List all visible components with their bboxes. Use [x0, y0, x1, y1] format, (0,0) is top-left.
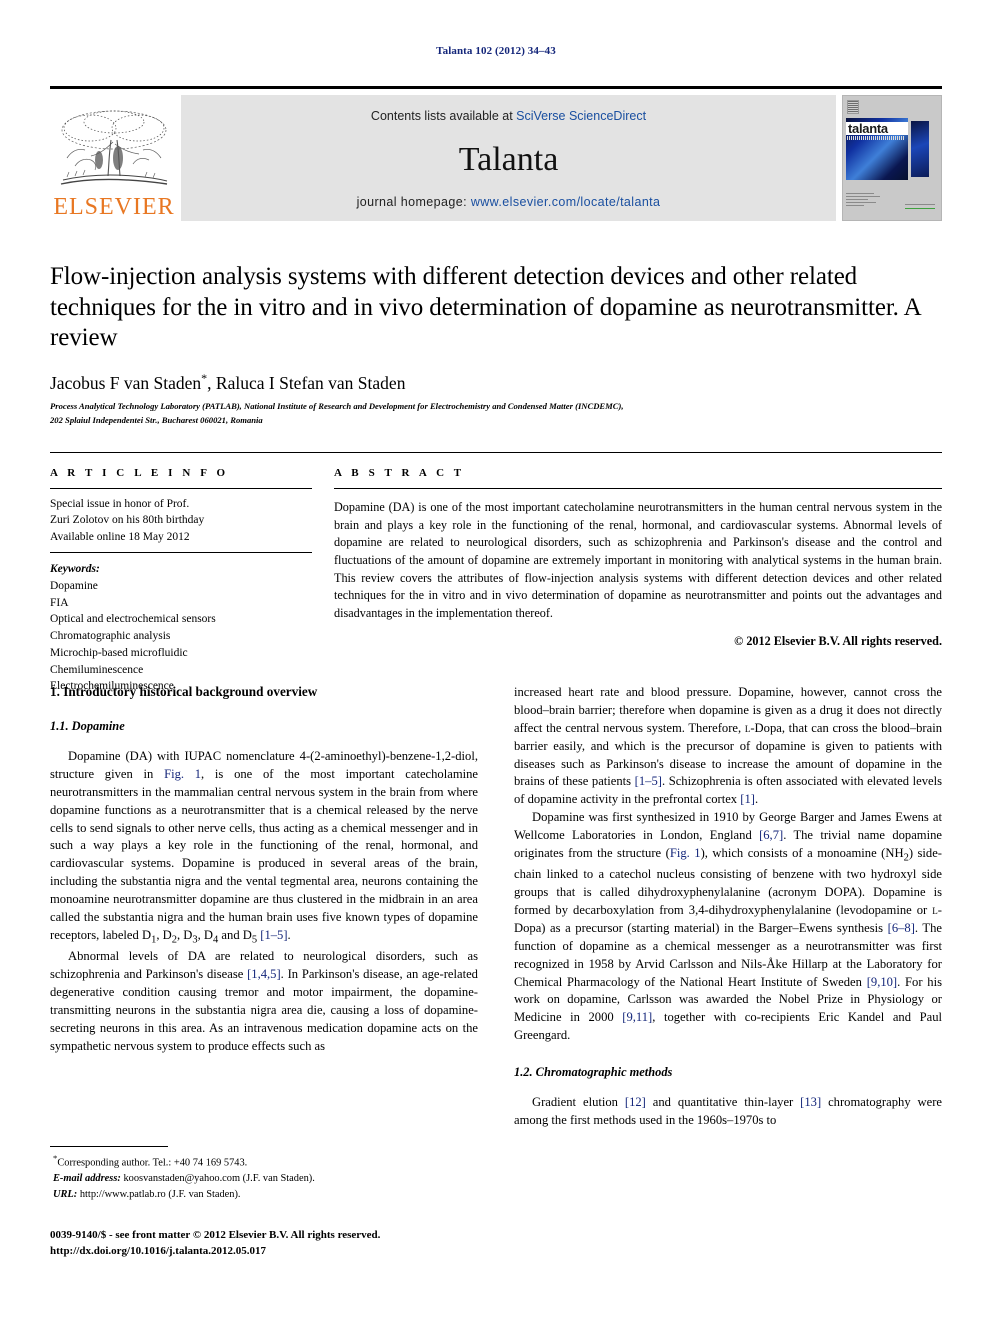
- text-run: , D: [156, 927, 172, 942]
- elsevier-wordmark: ELSEVIER: [53, 194, 175, 220]
- affiliation-line-2: 202 Splaiul Independentei Str., Buchares…: [50, 414, 263, 425]
- footnote-rule: [50, 1146, 168, 1147]
- contents-available-line: Contents lists available at SciVerse Sci…: [371, 109, 646, 123]
- section-heading-1-2: 1.2. Chromatographic methods: [514, 1065, 673, 1080]
- author-list: Jacobus F van Staden*, Raluca I Stefan v…: [50, 371, 942, 394]
- text-run: , D: [176, 927, 193, 942]
- text-run: .: [754, 792, 759, 807]
- text-run: , D: [197, 927, 214, 942]
- cover-subtitle-rules: [847, 136, 905, 140]
- paragraph: Abnormal levels of DA are related to neu…: [50, 948, 478, 1055]
- section-heading-1: 1. Introductory historical background ov…: [50, 684, 318, 699]
- cover-artwork-spine: [911, 121, 929, 177]
- url-label: URL:: [53, 1188, 78, 1200]
- keywords-block: Keywords: Dopamine FIA Optical and elect…: [50, 553, 312, 695]
- history-line: Zuri Zolotov on his 80th birthday: [50, 514, 205, 527]
- body-columns: 1. Introductory historical background ov…: [50, 684, 942, 1130]
- email-link[interactable]: koosvanstaden@yahoo.com (J.F. van Staden…: [121, 1173, 314, 1184]
- text-run: , is one of the most important catechola…: [50, 766, 479, 942]
- history-line: Available online 18 May 2012: [50, 530, 190, 543]
- cover-wordmark: talanta: [846, 122, 908, 135]
- issn-copyright-line: 0039-9140/$ - see front matter © 2012 El…: [50, 1229, 381, 1241]
- journal-center-panel: Contents lists available at SciVerse Sci…: [181, 95, 836, 221]
- citation-link[interactable]: [13]: [800, 1095, 821, 1109]
- elsevier-logo: ELSEVIER: [50, 95, 178, 221]
- imprint-block: 0039-9140/$ - see front matter © 2012 El…: [50, 1228, 520, 1260]
- contents-prefix: Contents lists available at: [370, 109, 517, 123]
- citation-link[interactable]: [1–5]: [635, 774, 662, 788]
- citation-link[interactable]: [6–8]: [888, 921, 915, 935]
- paragraph: increased heart rate and blood pressure.…: [514, 684, 942, 809]
- abstract-column: A B S T R A C T Dopamine (DA) is one of …: [334, 467, 942, 695]
- author-primary: Jacobus F van Staden: [50, 372, 202, 393]
- figure-reference-link[interactable]: Fig. 1: [164, 767, 201, 781]
- homepage-prefix: journal homepage:: [356, 195, 471, 209]
- column-gap: [312, 467, 334, 695]
- abstract-text: Dopamine (DA) is one of the most importa…: [334, 500, 942, 621]
- article-page: Talanta 102 (2012) 34–43 ELSEVIER Conten…: [0, 0, 992, 1323]
- text-run: Corresponding author. Tel.: +40 74 169 5…: [57, 1157, 248, 1169]
- keyword-item: Microchip-based microfluidic: [50, 646, 188, 659]
- article-info-heading: A R T I C L E I N F O: [50, 467, 229, 479]
- url-link[interactable]: http://www.patlab.ro (J.F. van Staden).: [77, 1189, 241, 1200]
- keyword-item: Dopamine: [50, 579, 98, 592]
- footnote-block: *Corresponding author. Tel.: +40 74 169 …: [50, 1146, 478, 1202]
- keyword-item: Chemiluminescence: [50, 663, 144, 676]
- citation-link[interactable]: [6,7]: [759, 828, 783, 842]
- journal-cover-thumbnail: talanta: [842, 95, 942, 221]
- journal-title: Talanta: [458, 141, 559, 178]
- body-column-right: increased heart rate and blood pressure.…: [514, 684, 942, 1130]
- cover-barcode-icon: [847, 100, 859, 114]
- citation-link[interactable]: [1,4,5]: [247, 967, 281, 981]
- email-note: E-mail address: koosvanstaden@yahoo.com …: [50, 1171, 478, 1187]
- paragraph: Dopamine (DA) with IUPAC nomenclature 4-…: [50, 748, 478, 948]
- citation-link[interactable]: [1–5]: [260, 928, 287, 942]
- text-run: Gradient elution: [532, 1095, 625, 1110]
- sciencedirect-link[interactable]: SciVerse ScienceDirect: [516, 109, 646, 123]
- text-run: and D: [218, 927, 252, 942]
- article-history: Special issue in honor of Prof. Zuri Zol…: [50, 489, 312, 552]
- corresponding-author-note: *Corresponding author. Tel.: +40 74 169 …: [50, 1152, 478, 1171]
- title-block: Flow-injection analysis systems with dif…: [50, 262, 942, 427]
- history-line: Special issue in honor of Prof.: [50, 498, 190, 510]
- text-run: .: [287, 927, 291, 942]
- keyword-item: Chromatographic analysis: [50, 630, 171, 643]
- keyword-item: Optical and electrochemical sensors: [50, 613, 216, 626]
- info-abstract-block: A R T I C L E I N F O Special issue in h…: [50, 452, 942, 695]
- email-label: E-mail address:: [53, 1173, 121, 1185]
- journal-homepage-link[interactable]: www.elsevier.com/locate/talanta: [471, 195, 661, 209]
- citation-link[interactable]: [12]: [625, 1095, 646, 1109]
- affiliation: Process Analytical Technology Laboratory…: [50, 400, 942, 427]
- running-head: Talanta 102 (2012) 34–43: [436, 45, 556, 57]
- abstract-heading: A B S T R A C T: [334, 467, 465, 479]
- url-note: URL: http://www.patlab.ro (J.F. van Stad…: [50, 1187, 478, 1203]
- section-heading-1-1: 1.1. Dopamine: [50, 719, 125, 733]
- doi-link[interactable]: http://dx.doi.org/10.1016/j.talanta.2012…: [50, 1244, 520, 1260]
- citation-link[interactable]: [9,10]: [867, 975, 897, 989]
- paragraph: Gradient elution [12] and quantitative t…: [514, 1094, 942, 1130]
- text-run: and quantitative thin-layer: [645, 1095, 801, 1110]
- journal-homepage-line: journal homepage: www.elsevier.com/locat…: [357, 195, 661, 209]
- keywords-heading: Keywords:: [50, 562, 100, 575]
- article-info-column: A R T I C L E I N F O Special issue in h…: [50, 467, 312, 695]
- cover-footer-lines-right: [905, 204, 935, 212]
- page-title: Flow-injection analysis systems with dif…: [50, 263, 921, 351]
- keyword-item: FIA: [50, 596, 69, 609]
- copyright-line: © 2012 Elsevier B.V. All rights reserved…: [734, 633, 942, 648]
- citation-link[interactable]: [1]: [740, 792, 755, 806]
- journal-masthead: ELSEVIER Contents lists available at Sci…: [50, 86, 942, 221]
- text-run: ), which consists of a monoamine (NH: [700, 845, 904, 860]
- paragraph: Dopamine was first synthesized in 1910 b…: [514, 809, 942, 1045]
- figure-reference-link[interactable]: Fig. 1: [670, 846, 701, 860]
- affiliation-line-1: Process Analytical Technology Laboratory…: [50, 401, 624, 412]
- citation-link[interactable]: [9,11]: [622, 1010, 652, 1024]
- body-column-left: 1. Introductory historical background ov…: [50, 684, 478, 1130]
- author-secondary: , Raluca I Stefan van Staden: [207, 372, 406, 393]
- elsevier-tree-icon: [60, 110, 168, 185]
- column-gutter: [478, 684, 514, 1130]
